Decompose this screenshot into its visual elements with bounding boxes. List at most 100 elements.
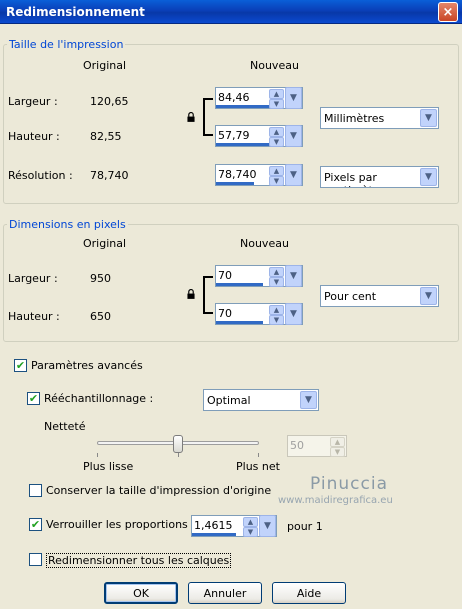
resize-all-layers-label[interactable]: Redimensionner tous les calques (46, 553, 232, 568)
lock-ratio-label[interactable]: Verrouiller les proportions : (46, 518, 195, 531)
print-width-spinner[interactable]: ▲ ▼ (269, 89, 284, 109)
pixel-width-label: Largeur : (8, 272, 58, 285)
pixel-height-spinner[interactable]: ▲ ▼ (269, 305, 284, 325)
advanced-checkbox[interactable]: ✔ (14, 359, 27, 372)
pixel-width-original: 950 (90, 272, 111, 285)
sharpness-value-input: 50 ▲ ▼ (287, 435, 347, 457)
help-button[interactable]: Aide (272, 582, 346, 604)
spin-down-icon[interactable]: ▼ (269, 315, 284, 325)
resample-checkbox[interactable]: ✔ (27, 392, 40, 405)
print-height-dropdown[interactable]: ▼ (285, 125, 302, 147)
ok-button[interactable]: OK (104, 582, 178, 604)
close-icon: × (442, 4, 454, 20)
close-button[interactable]: × (438, 2, 458, 22)
resolution-original: 78,740 (90, 169, 129, 182)
lock-icon[interactable] (187, 289, 195, 299)
pixel-height-input[interactable]: 70 ▲ ▼ ▼ (215, 303, 303, 325)
chevron-down-icon: ▼ (290, 131, 297, 141)
print-width-bar (216, 105, 273, 108)
lock-ratio-checkbox[interactable]: ✔ (29, 518, 42, 531)
resample-method-select[interactable]: Optimal ▼ (203, 389, 319, 411)
chevron-down-icon: ▼ (290, 93, 297, 103)
resample-label[interactable]: Rééchantillonnage : (44, 392, 153, 405)
resolution-value: 78,740 (218, 168, 257, 181)
ratio-dropdown[interactable]: ▼ (259, 515, 276, 537)
slider-min-label: Plus lisse (83, 460, 134, 473)
spin-down-icon[interactable]: ▼ (269, 176, 284, 186)
print-width-dropdown[interactable]: ▼ (285, 87, 302, 109)
print-unit-value: Millimètres (324, 112, 385, 125)
spin-up-icon[interactable]: ▲ (269, 166, 284, 176)
pixel-width-bar (216, 283, 263, 286)
resolution-input[interactable]: 78,740 ▲ ▼ ▼ (215, 164, 303, 186)
print-height-value: 57,79 (218, 129, 250, 142)
ok-label: OK (133, 586, 149, 600)
print-height-original: 82,55 (90, 130, 122, 143)
pixel-height-original: 650 (90, 310, 111, 323)
spin-up-icon: ▲ (330, 437, 345, 447)
cancel-button[interactable]: Annuler (188, 582, 262, 604)
sharpness-value: 50 (290, 439, 304, 452)
print-width-value: 84,46 (218, 91, 250, 104)
chevron-down-icon: ▼ (290, 309, 297, 319)
chevron-down-icon[interactable]: ▼ (420, 168, 437, 186)
ratio-bar (192, 533, 236, 536)
ratio-spinner[interactable]: ▲ ▼ (243, 517, 258, 537)
advanced-label[interactable]: Paramètres avancés (31, 359, 143, 372)
resolution-spinner[interactable]: ▲ ▼ (269, 166, 284, 186)
spin-up-icon[interactable]: ▲ (269, 305, 284, 315)
slider-tick (258, 453, 259, 457)
print-height-bar (216, 143, 273, 146)
chevron-down-icon: ▼ (290, 271, 297, 281)
print-width-input[interactable]: 84,46 ▲ ▼ ▼ (215, 87, 303, 109)
watermark-url: www.maidiregrafica.eu (278, 495, 393, 506)
print-unit-select[interactable]: Millimètres ▼ (320, 107, 439, 129)
spin-up-icon[interactable]: ▲ (269, 127, 284, 137)
sharpness-slider-thumb[interactable] (173, 435, 183, 453)
pixel-unit-select[interactable]: Pour cent ▼ (320, 285, 439, 307)
chevron-down-icon[interactable]: ▼ (420, 287, 437, 305)
chevron-down-icon[interactable]: ▼ (300, 391, 317, 409)
spin-down-icon[interactable]: ▼ (269, 137, 284, 147)
print-width-label: Largeur : (8, 95, 58, 108)
keep-print-size-checkbox[interactable] (29, 484, 42, 497)
pixel-height-bar (216, 321, 263, 324)
resample-method-value: Optimal (207, 394, 251, 407)
spin-down-icon: ▼ (330, 447, 345, 457)
print-size-legend: Taille de l'impression (7, 38, 126, 51)
pixel-height-dropdown[interactable]: ▼ (285, 303, 302, 325)
cancel-label: Annuler (203, 586, 247, 600)
slider-tick (97, 453, 98, 457)
ratio-input[interactable]: 1,4615 ▲ ▼ ▼ (191, 515, 277, 537)
chevron-down-icon[interactable]: ▼ (420, 109, 437, 127)
print-height-input[interactable]: 57,79 ▲ ▼ ▼ (215, 125, 303, 147)
print-col-original: Original (83, 59, 127, 72)
print-width-original: 120,65 (90, 95, 129, 108)
pixel-width-spinner[interactable]: ▲ ▼ (269, 267, 284, 287)
spin-down-icon[interactable]: ▼ (243, 527, 258, 537)
resize-all-layers-checkbox[interactable] (29, 553, 42, 566)
resolution-dropdown[interactable]: ▼ (285, 164, 302, 186)
spin-up-icon[interactable]: ▲ (269, 89, 284, 99)
spin-up-icon[interactable]: ▲ (243, 517, 258, 527)
print-height-spinner[interactable]: ▲ ▼ (269, 127, 284, 147)
sharpness-spinner: ▲ ▼ (330, 437, 345, 457)
pixel-width-input[interactable]: 70 ▲ ▼ ▼ (215, 265, 303, 287)
pixel-width-dropdown[interactable]: ▼ (285, 265, 302, 287)
chevron-down-icon: ▼ (290, 170, 297, 180)
spin-up-icon[interactable]: ▲ (269, 267, 284, 277)
pixel-col-new: Nouveau (240, 237, 289, 250)
keep-print-size-label[interactable]: Conserver la taille d'impression d'origi… (46, 484, 271, 497)
window-title: Redimensionnement (6, 4, 145, 19)
spin-down-icon[interactable]: ▼ (269, 277, 284, 287)
resolution-unit-select[interactable]: Pixels par centimètre ▼ (320, 166, 439, 188)
resolution-bar (216, 182, 254, 185)
slider-max-label: Plus net (236, 460, 280, 473)
lock-icon[interactable] (187, 112, 195, 122)
sharpness-label: Netteté (44, 420, 86, 433)
title-bar: Redimensionnement × (0, 0, 462, 24)
spin-down-icon[interactable]: ▼ (269, 99, 284, 109)
print-col-new: Nouveau (250, 59, 299, 72)
help-label: Aide (296, 586, 322, 600)
pixel-height-value: 70 (218, 307, 232, 320)
